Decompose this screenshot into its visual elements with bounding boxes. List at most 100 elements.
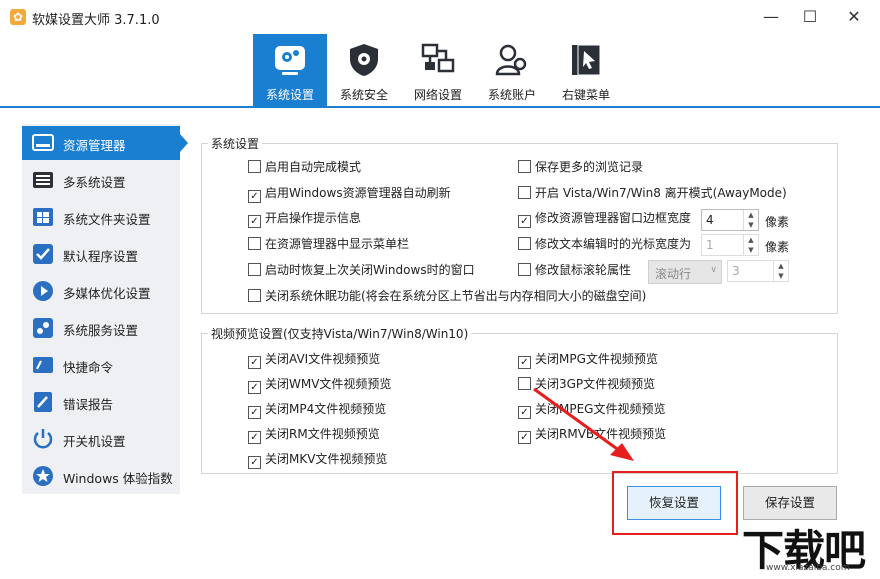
stepper-value: 1 — [706, 238, 714, 252]
checkbox-label: 关闭MPG文件视频预览 — [535, 352, 658, 366]
checkbox-rm[interactable]: ✓ 关闭RM文件视频预览 — [248, 425, 380, 444]
tab-system-security[interactable]: 系统安全 — [327, 34, 401, 106]
title-bar: ✿ 软媒设置大师 3.7.1.0 — ☐ ✕ — [0, 0, 880, 34]
checkbox-wheel[interactable]: 修改鼠标滚轮属性 — [518, 261, 631, 279]
stepper-value: 3 — [732, 264, 740, 278]
checkbox-border-width[interactable]: ✓ 修改资源管理器窗口边框宽度 — [518, 209, 691, 228]
checkbox-label: 关闭RM文件视频预览 — [265, 427, 380, 441]
checkbox-label: 关闭WMV文件视频预览 — [265, 377, 392, 391]
app-logo-icon: ✿ — [10, 9, 26, 25]
checkbox-box — [518, 186, 531, 199]
wheel-lines-stepper[interactable]: 3 ▲ ▼ — [727, 260, 789, 282]
checkbox-label: 启用Windows资源管理器自动刷新 — [265, 186, 451, 200]
sidebar-item-label: 多系统设置 — [63, 175, 126, 190]
checkbox-box: ✓ — [248, 406, 261, 419]
checkbox-label: 关闭系统休眠功能(将会在系统分区上节省出与内存相同大小的磁盘空间) — [265, 289, 647, 303]
tab-system-settings[interactable]: 系统设置 — [253, 34, 327, 106]
stepper-arrows-icon[interactable]: ▲ ▼ — [743, 210, 758, 230]
checkbox-box: ✓ — [518, 356, 531, 369]
save-settings-button[interactable]: 保存设置 — [743, 486, 837, 520]
sidebar-item-label: 多媒体优化设置 — [63, 286, 151, 301]
media-icon — [33, 281, 53, 301]
checkbox-tooltips[interactable]: ✓ 开启操作提示信息 — [248, 209, 362, 228]
tab-context-menu[interactable]: 右键菜单 — [549, 34, 623, 106]
windows-folder-icon — [33, 208, 53, 226]
tab-label: 系统账户 — [487, 88, 536, 102]
checkbox-hibernate[interactable]: 关闭系统休眠功能(将会在系统分区上节省出与内存相同大小的磁盘空间) — [248, 287, 646, 305]
sidebar: 资源管理器 多系统设置 系统文件夹设置 默认程序设置 多媒体优化设置 系统服务设… — [22, 124, 188, 494]
power-icon — [33, 429, 53, 449]
border-width-unit: 像素 — [765, 215, 790, 229]
sidebar-item-power[interactable]: 开关机设置 — [22, 422, 180, 456]
checkbox-label: 在资源管理器中显示菜单栏 — [265, 237, 410, 251]
maximize-button[interactable]: ☐ — [798, 5, 822, 29]
checkbox-wmv[interactable]: ✓ 关闭WMV文件视频预览 — [248, 375, 392, 394]
checkbox-menubar[interactable]: 在资源管理器中显示菜单栏 — [248, 235, 409, 253]
sidebar-item-error-report[interactable]: 错误报告 — [22, 385, 180, 419]
minimize-button[interactable]: — — [759, 5, 783, 29]
tab-system-accounts[interactable]: 系统账户 — [475, 34, 549, 106]
stepper-value: 4 — [706, 213, 714, 227]
checkbox-away-mode[interactable]: 开启 Vista/Win7/Win8 离开模式(AwayMode) — [518, 184, 787, 202]
sidebar-item-label: 开关机设置 — [63, 434, 126, 449]
shield-icon — [350, 44, 378, 76]
checkbox-box — [248, 160, 261, 173]
error-report-icon — [34, 392, 52, 412]
checkbox-label: 开启操作提示信息 — [265, 211, 362, 225]
sidebar-item-default-program[interactable]: 默认程序设置 — [22, 237, 180, 271]
group-title: 视频预览设置(仅支持Vista/Win7/Win8/Win10) — [208, 325, 472, 342]
sidebar-item-command[interactable]: 快捷命令 — [22, 348, 180, 382]
checkbox-box: ✓ — [248, 381, 261, 394]
tab-label: 右键菜单 — [561, 88, 610, 102]
nav-divider — [0, 106, 880, 108]
checkbox-autocomplete[interactable]: 启用自动完成模式 — [248, 158, 361, 176]
checkbox-label: 关闭AVI文件视频预览 — [265, 352, 381, 366]
users-icon — [495, 44, 527, 76]
checkbox-box: ✓ — [248, 431, 261, 444]
checkbox-mkv[interactable]: ✓ 关闭MKV文件视频预览 — [248, 450, 387, 469]
chevron-down-icon: ∨ — [710, 265, 717, 275]
border-width-stepper[interactable]: 4 ▲ ▼ — [701, 209, 759, 231]
stepper-arrows-icon[interactable]: ▲ ▼ — [773, 261, 788, 281]
sidebar-item-service[interactable]: 系统服务设置 — [22, 311, 180, 345]
sidebar-item-label: 资源管理器 — [63, 138, 126, 153]
sidebar-item-label: 系统服务设置 — [63, 323, 139, 338]
checkbox-browse-history[interactable]: 保存更多的浏览记录 — [518, 158, 643, 176]
sidebar-item-label: 系统文件夹设置 — [63, 212, 151, 227]
checkbox-label: 修改鼠标滚轮属性 — [535, 263, 632, 277]
checkbox-mp4[interactable]: ✓ 关闭MP4文件视频预览 — [248, 400, 386, 419]
sidebar-item-label: 错误报告 — [63, 397, 114, 412]
checkbox-auto-refresh[interactable]: ✓ 启用Windows资源管理器自动刷新 — [248, 184, 451, 203]
sidebar-item-label: 快捷命令 — [63, 360, 114, 375]
checkbox-box: ✓ — [248, 456, 261, 469]
sidebar-item-explorer[interactable]: 资源管理器 — [22, 126, 188, 160]
checkbox-label: 修改文本编辑时的光标宽度为 — [535, 237, 692, 251]
tab-label: 系统设置 — [265, 88, 314, 102]
network-icon — [421, 43, 455, 73]
close-button[interactable]: ✕ — [842, 5, 866, 29]
stepper-arrows-icon[interactable]: ▲ ▼ — [743, 235, 758, 255]
sidebar-item-media[interactable]: 多媒体优化设置 — [22, 274, 180, 308]
wheel-mode-select[interactable]: 滚动行 ∨ — [648, 260, 722, 284]
checkbox-restore-windows[interactable]: 启动时恢复上次关闭Windows时的窗口 — [248, 261, 475, 279]
checkbox-label: 启用自动完成模式 — [265, 160, 362, 174]
checkbox-mpg[interactable]: ✓ 关闭MPG文件视频预览 — [518, 350, 658, 369]
sidebar-item-system-folder[interactable]: 系统文件夹设置 — [22, 200, 180, 234]
checkbox-box: ✓ — [248, 190, 261, 203]
sidebar-item-experience-index[interactable]: Windows 体验指数 — [22, 459, 180, 493]
explorer-icon — [32, 134, 54, 151]
sidebar-item-multi-system[interactable]: 多系统设置 — [22, 163, 180, 197]
highlight-box — [612, 471, 738, 535]
checkbox-box — [248, 289, 261, 302]
checkbox-box — [518, 237, 531, 250]
service-icon — [33, 318, 53, 338]
context-menu-icon — [572, 44, 601, 76]
checkbox-box — [518, 263, 531, 276]
checkbox-avi[interactable]: ✓ 关闭AVI文件视频预览 — [248, 350, 381, 369]
tab-network-settings[interactable]: 网络设置 — [401, 34, 475, 106]
cursor-width-stepper[interactable]: 1 ▲ ▼ — [701, 234, 759, 256]
annotation-arrow-icon — [533, 387, 634, 461]
watermark-url: www.xiazaiba.com — [766, 563, 850, 573]
checkbox-cursor-width[interactable]: 修改文本编辑时的光标宽度为 — [518, 235, 691, 253]
checkbox-box — [248, 263, 261, 276]
